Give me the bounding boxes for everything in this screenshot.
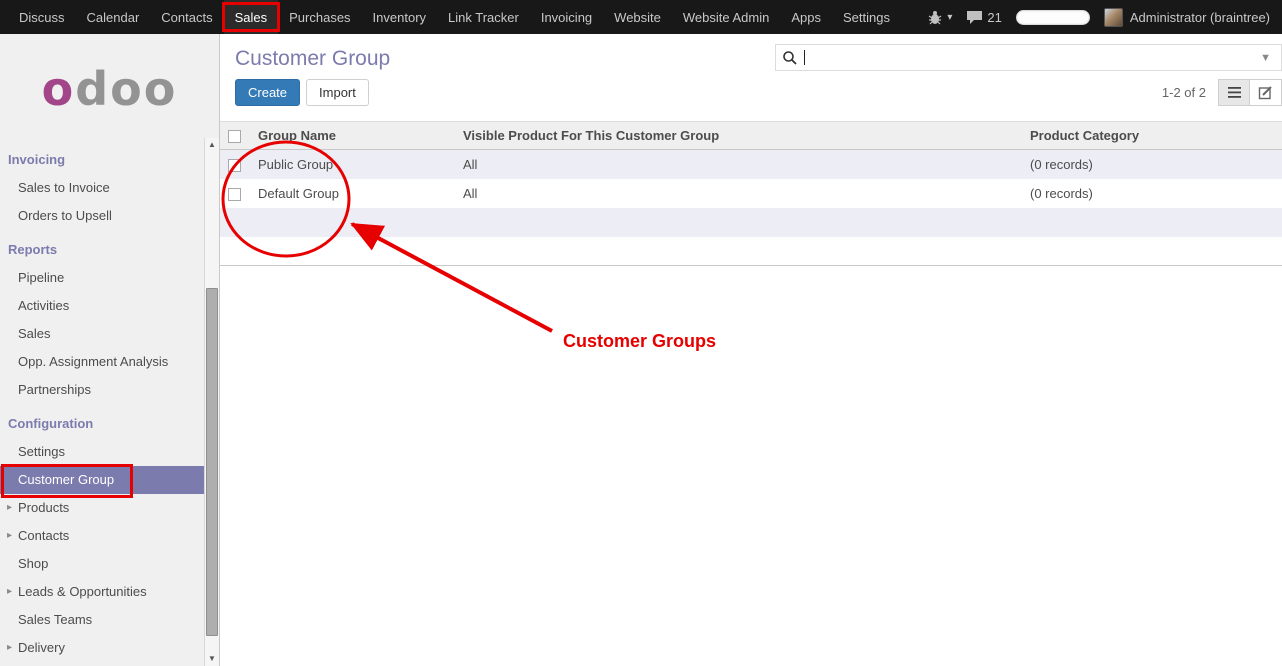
search-input[interactable] [805,46,1256,69]
table-row[interactable]: Default Group All (0 records) [220,179,1282,208]
expand-arrow-icon: ▸ [7,634,12,662]
form-view-button[interactable] [1250,79,1282,106]
sidebar-item-orders-to-upsell[interactable]: Orders to Upsell [0,202,205,230]
sidebar-item-sales-to-invoice[interactable]: Sales to Invoice [0,174,205,202]
sidebar-item-activities[interactable]: Activities [0,292,205,320]
cell-product-category[interactable]: (0 records) [1022,150,1282,179]
action-bar: Create Import 1-2 of 2 [220,71,1282,106]
row-select-cell [220,150,250,179]
sidebar-item-pipeline[interactable]: Pipeline [0,264,205,292]
search-dropdown-icon[interactable]: ▼ [1256,52,1275,64]
sidebar-item-contacts[interactable]: ▸Contacts [0,522,205,550]
sidebar-scrollbar[interactable]: ▲ ▼ [204,138,219,666]
import-button[interactable]: Import [306,79,369,106]
row-checkbox[interactable] [228,159,241,172]
sidebar-item-products[interactable]: ▸Products [0,494,205,522]
menu-item-settings[interactable]: Settings [832,0,901,34]
sidebar-item-partnerships[interactable]: Partnerships [0,376,205,404]
odoo-logo[interactable]: odoo [0,34,219,144]
sidebar-section-configuration: Configuration Settings Customer Group ▸P… [0,410,205,662]
sidebar-item-opp-assignment-analysis[interactable]: Opp. Assignment Analysis [0,348,205,376]
sidebar-section-invoicing: Invoicing Sales to Invoice Orders to Ups… [0,146,205,230]
search-box[interactable]: ▼ [775,44,1282,71]
list-icon [1227,86,1242,99]
sidebar-item-customer-group[interactable]: Customer Group [0,466,205,494]
view-switcher [1218,79,1282,106]
bug-icon [927,9,943,25]
filler-row [220,208,1282,237]
chat-bubble-icon [966,10,983,25]
table-row[interactable]: Public Group All (0 records) [220,150,1282,179]
col-header-visible-product[interactable]: Visible Product For This Customer Group [455,122,1022,150]
sidebar-item-sales-teams[interactable]: Sales Teams [0,606,205,634]
odoo-logo-text: odoo [42,66,178,112]
cell-visible-product[interactable]: All [455,150,1022,179]
messages-count: 21 [987,10,1001,25]
col-header-group-name[interactable]: Group Name [250,122,455,150]
scroll-up-icon[interactable]: ▲ [205,138,219,152]
avatar [1104,8,1123,27]
filler-row [220,237,1282,266]
user-menu[interactable]: Administrator (braintree) [1104,8,1270,27]
sidebar-item-delivery[interactable]: ▸Delivery [0,634,205,662]
control-panel: Customer Group ▼ [220,34,1282,71]
col-header-product-category[interactable]: Product Category [1022,122,1282,150]
debug-menu[interactable]: ▾ [927,9,952,25]
pager-area: 1-2 of 2 [1162,79,1282,106]
section-header-reports: Reports [0,236,205,264]
menu-item-sales[interactable]: Sales [224,0,279,34]
expand-arrow-icon: ▸ [7,578,12,606]
menu-item-link-tracker[interactable]: Link Tracker [437,0,530,34]
sidebar-nav: Invoicing Sales to Invoice Orders to Ups… [0,144,205,662]
pager-text: 1-2 of 2 [1162,85,1206,100]
sidebar-item-shop[interactable]: Shop [0,550,205,578]
row-checkbox[interactable] [228,188,241,201]
menu-item-website[interactable]: Website [603,0,672,34]
create-button[interactable]: Create [235,79,300,106]
select-all-checkbox[interactable] [228,130,241,143]
sidebar-item-sales[interactable]: Sales [0,320,205,348]
expand-arrow-icon: ▸ [7,522,12,550]
progress-pill[interactable] [1016,10,1090,25]
cell-group-name[interactable]: Public Group [250,150,455,179]
top-menu: Discuss Calendar Contacts Sales Purchase… [0,0,901,34]
sidebar: odoo Invoicing Sales to Invoice Orders t… [0,34,220,666]
table-header-row: Group Name Visible Product For This Cust… [220,122,1282,150]
messages-menu[interactable]: 21 [966,10,1001,25]
row-select-cell [220,179,250,208]
section-header-configuration: Configuration [0,410,205,438]
scrollbar-thumb[interactable] [206,288,218,636]
menu-item-website-admin[interactable]: Website Admin [672,0,780,34]
sidebar-item-leads-opportunities[interactable]: ▸Leads & Opportunities [0,578,205,606]
search-icon [782,50,798,66]
customer-group-table: Group Name Visible Product For This Cust… [220,121,1282,266]
cell-visible-product[interactable]: All [455,179,1022,208]
sidebar-section-reports: Reports Pipeline Activities Sales Opp. A… [0,236,205,404]
scroll-down-icon[interactable]: ▼ [205,652,219,666]
page-title: Customer Group [235,47,390,71]
section-header-invoicing: Invoicing [0,146,205,174]
body-wrap: odoo Invoicing Sales to Invoice Orders t… [0,34,1282,666]
expand-arrow-icon: ▸ [7,494,12,522]
sidebar-item-settings[interactable]: Settings [0,438,205,466]
menu-item-apps[interactable]: Apps [780,0,832,34]
chevron-down-icon: ▾ [947,12,952,23]
menu-item-discuss[interactable]: Discuss [8,0,76,34]
main-content: Customer Group ▼ Create Import 1-2 of 2 [220,34,1282,666]
cell-product-category[interactable]: (0 records) [1022,179,1282,208]
edit-form-icon [1258,85,1273,100]
user-name: Administrator (braintree) [1130,10,1270,25]
app-window: Discuss Calendar Contacts Sales Purchase… [0,0,1282,666]
menu-item-calendar[interactable]: Calendar [76,0,151,34]
top-navbar: Discuss Calendar Contacts Sales Purchase… [0,0,1282,34]
list-view-button[interactable] [1218,79,1250,106]
menu-item-inventory[interactable]: Inventory [362,0,437,34]
select-all-cell [220,122,250,150]
menu-item-invoicing[interactable]: Invoicing [530,0,603,34]
cell-group-name[interactable]: Default Group [250,179,455,208]
topbar-right-tools: ▾ 21 Administrator (braintree) [927,0,1282,34]
menu-item-purchases[interactable]: Purchases [278,0,361,34]
menu-item-contacts[interactable]: Contacts [150,0,223,34]
